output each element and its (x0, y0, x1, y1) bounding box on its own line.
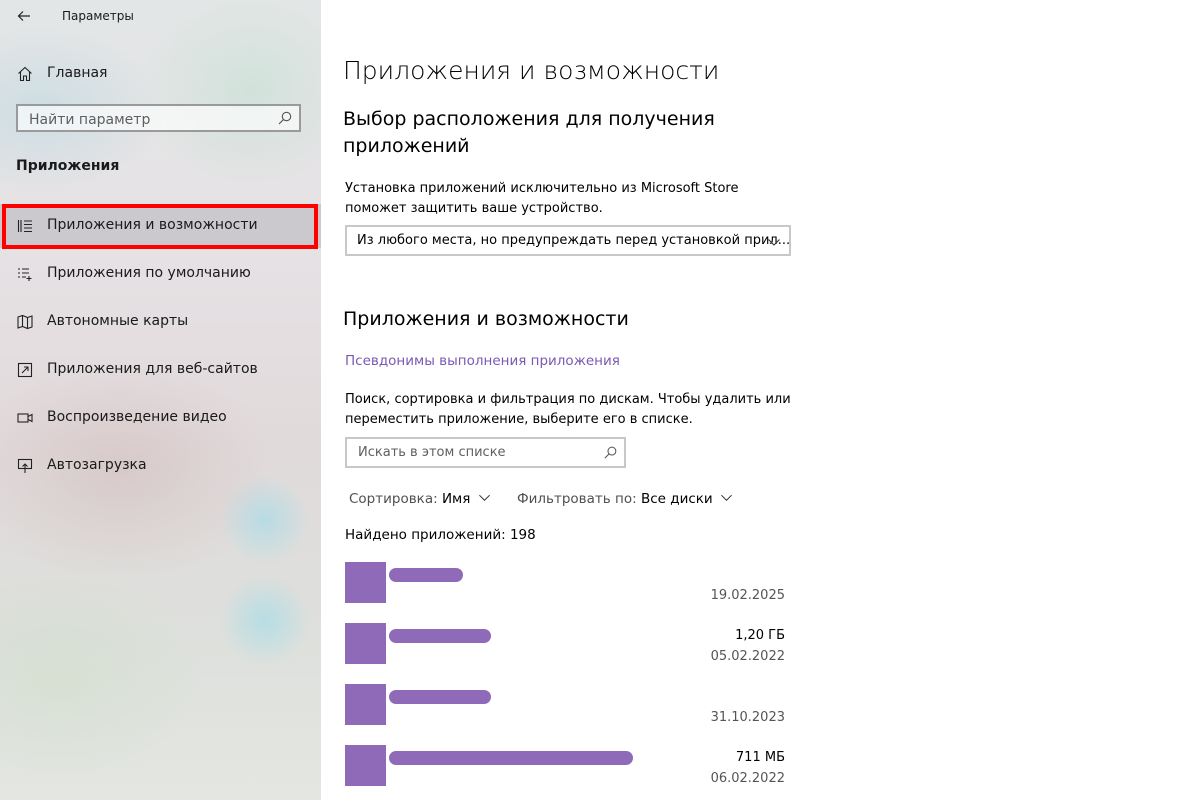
list-item[interactable]: 19.02.2025 (345, 562, 791, 620)
sidebar-item-label: Автозагрузка (47, 457, 147, 473)
sidebar-item-apps-features[interactable]: Приложения и возможности (0, 204, 321, 248)
install-source-dropdown[interactable]: Из любого места, но предупреждать перед … (345, 225, 791, 256)
filter-value: Все диски (640, 491, 713, 507)
app-icon (345, 623, 386, 664)
apps-features-icon (16, 217, 34, 235)
sidebar-item-label: Воспроизведение видео (47, 409, 227, 425)
chevron-down-icon (721, 494, 732, 502)
install-source-heading: Выбор расположения для получения приложе… (343, 108, 715, 157)
apps-section-description: Поиск, сортировка и фильтрация по дискам… (345, 392, 791, 427)
redacted-app-name (389, 690, 491, 704)
app-aliases-link[interactable]: Псевдонимы выполнения приложения (345, 353, 620, 369)
app-date: 19.02.2025 (710, 588, 785, 603)
sidebar-item-video-playback[interactable]: Воспроизведение видео (0, 396, 321, 440)
install-source-selected: Из любого места, но предупреждать перед … (357, 233, 791, 248)
app-date: 06.02.2022 (710, 771, 785, 786)
apps-for-websites-icon (16, 361, 34, 379)
app-date: 05.02.2022 (710, 649, 785, 664)
main-content: Приложения и возможности Выбор расположе… (321, 0, 1200, 800)
list-item[interactable]: 31.10.2023 (345, 684, 791, 742)
sidebar-item-apps-for-websites[interactable]: Приложения для веб-сайтов (0, 348, 321, 392)
sidebar-item-label: Приложения для веб-сайтов (47, 361, 258, 377)
apps-search-placeholder: Искать в этом списке (358, 445, 506, 460)
apps-section-heading: Приложения и возможности (343, 308, 629, 330)
redacted-app-name (389, 751, 633, 765)
back-button[interactable] (10, 2, 38, 30)
app-icon (345, 745, 386, 786)
app-date: 31.10.2023 (710, 710, 785, 725)
default-apps-icon (16, 265, 34, 283)
sort-dropdown[interactable]: Сортировка: Имя (349, 491, 491, 507)
install-source-description: Установка приложений исключительно из Mi… (345, 181, 739, 216)
app-size: 711 МБ (735, 750, 785, 765)
offline-maps-icon (16, 313, 34, 331)
app-icon (345, 684, 386, 725)
title-bar: Параметры (0, 0, 321, 34)
startup-icon (16, 457, 34, 475)
home-label: Главная (47, 65, 108, 81)
search-icon (277, 110, 293, 126)
app-icon (345, 562, 386, 603)
chevron-down-icon (767, 234, 781, 248)
sidebar-item-label: Автономные карты (47, 313, 189, 329)
home-icon (16, 65, 34, 83)
section-title: Приложения (16, 158, 120, 174)
chevron-down-icon (478, 494, 490, 502)
apps-search-input[interactable]: Искать в этом списке (345, 437, 626, 468)
search-icon (603, 445, 618, 460)
redacted-app-name (389, 629, 491, 643)
apps-count: Найдено приложений: 198 (345, 527, 536, 543)
back-arrow-icon (17, 11, 30, 21)
sort-label: Сортировка: (349, 491, 438, 507)
sidebar-item-offline-maps[interactable]: Автономные карты (0, 300, 321, 344)
page-title: Приложения и возможности (343, 56, 720, 85)
list-item[interactable]: 711 МБ 06.02.2022 (345, 745, 791, 800)
sidebar-item-label: Приложения по умолчанию (47, 265, 251, 281)
sort-value: Имя (441, 491, 471, 507)
home-nav-item[interactable]: Главная (0, 58, 321, 90)
sidebar-item-label: Приложения и возможности (47, 217, 258, 233)
sidebar: Параметры Главная Найти параметр Приложе… (0, 0, 321, 800)
settings-search-placeholder: Найти параметр (29, 112, 151, 128)
video-playback-icon (16, 409, 34, 427)
settings-search-input[interactable]: Найти параметр (16, 104, 301, 132)
sidebar-item-default-apps[interactable]: Приложения по умолчанию (0, 252, 321, 296)
filter-dropdown[interactable]: Фильтровать по: Все диски (517, 491, 733, 507)
filter-label: Фильтровать по: (517, 491, 637, 507)
list-item[interactable]: 1,20 ГБ 05.02.2022 (345, 623, 791, 681)
window-title: Параметры (62, 9, 134, 23)
app-size: 1,20 ГБ (735, 628, 785, 643)
redacted-app-name (389, 568, 463, 582)
sidebar-item-startup[interactable]: Автозагрузка (0, 444, 321, 488)
